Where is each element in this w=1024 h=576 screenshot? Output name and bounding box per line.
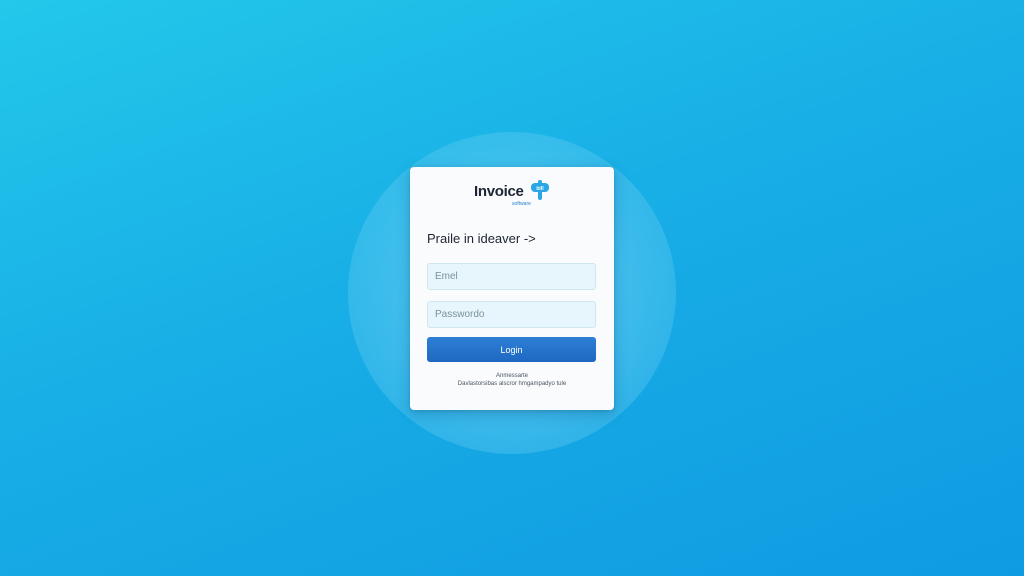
app-logo: Invoice bill software (474, 177, 554, 211)
logo-badge-icon: bill (531, 180, 549, 200)
logo-wordmark: Invoice (474, 183, 524, 200)
forgot-password-link[interactable]: Anmessarte (410, 373, 614, 379)
login-card: Invoice bill software Praile in ideaver … (410, 167, 614, 410)
logo-tagline: software (512, 201, 531, 207)
login-button[interactable]: Login (427, 337, 596, 362)
signup-prompt-link[interactable]: Davlastorsibas alscror hmgampadyo tule (410, 381, 614, 387)
logo-badge-text: bill (536, 186, 544, 192)
email-field[interactable] (427, 263, 596, 290)
password-field[interactable] (427, 301, 596, 328)
login-heading: Praile in ideaver -> (427, 231, 536, 246)
